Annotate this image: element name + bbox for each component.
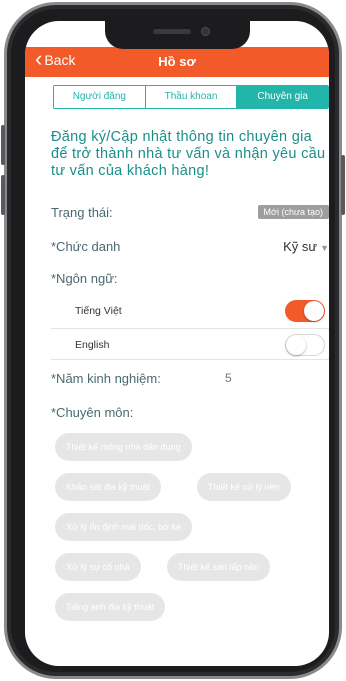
notch <box>105 21 250 49</box>
app-header: ‹ Back Hồ sơ <box>25 47 329 77</box>
title-row: *Chức danh Kỹ sư ▼ <box>51 239 329 254</box>
experience-label: *Năm kinh nghiệm: <box>51 371 161 386</box>
toggle-knob <box>286 335 306 355</box>
page-title: Hồ sơ <box>158 54 196 69</box>
language-label: *Ngôn ngữ: <box>51 271 118 286</box>
language-heading: *Ngôn ngữ: <box>51 271 329 286</box>
language-english-label: English <box>75 339 110 351</box>
tab-contractor[interactable]: Thầu khoan <box>144 86 237 108</box>
camera-icon <box>201 27 210 36</box>
divider <box>51 359 329 360</box>
specialty-chip[interactable]: Thiết kế móng nhà dân dụng <box>55 433 192 461</box>
language-row-vietnamese: Tiếng Việt <box>51 295 329 329</box>
speaker-grille <box>153 29 191 34</box>
volume-up-button <box>1 125 5 165</box>
phone-frame: ‹ Back Hồ sơ Người đăng Thầu khoan Chuyê… <box>1 2 345 679</box>
specialty-chip[interactable]: Khảo sát địa kỹ thuật <box>55 473 162 501</box>
language-row-english: English <box>51 329 329 363</box>
intro-text: Đăng ký/Cập nhật thông tin chuyên gia để… <box>51 129 326 179</box>
specialty-chip[interactable]: Xử lý sự cố nhà <box>55 553 141 581</box>
specialty-chip[interactable]: Thiết kế xử lý nền <box>197 473 291 501</box>
english-toggle[interactable] <box>285 334 325 356</box>
tab-poster[interactable]: Người đăng <box>54 86 145 108</box>
title-label: *Chức danh <box>51 239 121 254</box>
power-button <box>341 155 345 215</box>
title-select[interactable]: Kỹ sư ▼ <box>283 239 329 254</box>
chevron-down-icon: ▼ <box>320 243 329 253</box>
status-badge: Mới (chưa tạo) <box>257 205 329 219</box>
title-value: Kỹ sư <box>283 239 318 254</box>
specialty-heading: *Chuyên môn: <box>51 405 329 420</box>
status-row: Trạng thái: Mới (chưa tạo) <box>51 205 329 220</box>
experience-value[interactable]: 5 <box>225 371 232 385</box>
tab-bar: Người đăng Thầu khoan Chuyên gia <box>53 85 329 109</box>
status-label: Trạng thái: <box>51 205 113 220</box>
specialty-chip[interactable]: Thiết kế san lấp nền <box>167 553 271 581</box>
toggle-knob <box>304 301 324 321</box>
tab-expert[interactable]: Chuyên gia <box>236 86 328 108</box>
volume-down-button <box>1 175 5 215</box>
language-vietnamese-label: Tiếng Việt <box>75 305 122 317</box>
specialty-chip[interactable]: Tiếng anh địa kỹ thuật <box>55 593 166 621</box>
specialty-label: *Chuyên môn: <box>51 405 134 420</box>
specialty-chip[interactable]: Xử lý ổn định mái dốc, bờ kè <box>55 513 192 541</box>
experience-row: *Năm kinh nghiệm: 5 <box>51 371 329 386</box>
app-screen: ‹ Back Hồ sơ Người đăng Thầu khoan Chuyê… <box>25 21 329 666</box>
vietnamese-toggle[interactable] <box>285 300 325 322</box>
